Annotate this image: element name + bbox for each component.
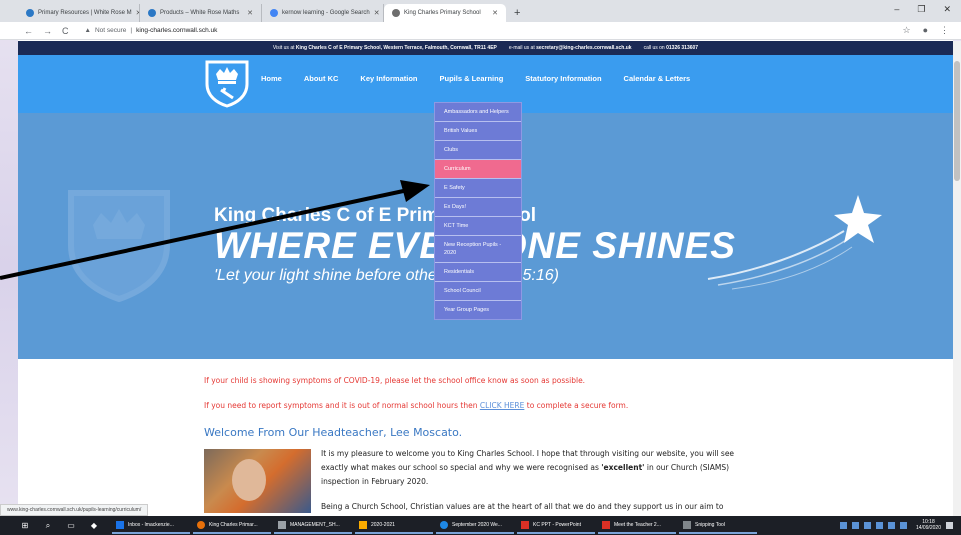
- profile-icon[interactable]: ●: [923, 25, 928, 36]
- back-button[interactable]: ←: [24, 26, 33, 36]
- minimize-button[interactable]: –: [894, 4, 899, 15]
- dropdown-item-new-reception[interactable]: New Reception Pupils - 2020: [435, 236, 521, 263]
- page-scrollbar[interactable]: [953, 41, 961, 516]
- omnibox[interactable]: ▲ Not secure | king-charles.cornwall.sch…: [85, 27, 218, 34]
- school-crest-logo[interactable]: [203, 58, 251, 108]
- headteacher-photo: [204, 449, 311, 513]
- reload-button[interactable]: C: [62, 26, 69, 36]
- dropdown-item-kct-time[interactable]: KCT Time: [435, 217, 521, 236]
- chrome-icon: [197, 520, 205, 529]
- welcome-heading: Welcome From Our Headteacher, Lee Moscat…: [204, 426, 463, 439]
- tray-icon[interactable]: [851, 521, 859, 529]
- close-icon[interactable]: ✕: [492, 9, 498, 17]
- star-icon[interactable]: ☆: [902, 25, 910, 36]
- taskbar-app-3[interactable]: 2020-2021: [355, 517, 433, 534]
- snipping-tool-icon: [683, 520, 691, 529]
- email-link[interactable]: e-mail us at secretary@king-charles.corn…: [509, 45, 632, 51]
- globe-favicon-icon: [392, 9, 400, 17]
- pupils-learning-dropdown: Ambassadors and Helpers British Values C…: [434, 102, 522, 320]
- menu-dots-icon[interactable]: ⋮: [940, 25, 949, 36]
- dropdown-item-british-values[interactable]: British Values: [435, 122, 521, 141]
- close-icon[interactable]: ✕: [374, 9, 380, 17]
- new-tab-button[interactable]: +: [506, 4, 528, 22]
- security-label: Not secure: [94, 27, 127, 34]
- tray-icon[interactable]: [863, 521, 871, 529]
- browser-tab-2[interactable]: kernow learning - Google Search ✕: [262, 4, 384, 22]
- scrollbar-thumb[interactable]: [954, 61, 960, 181]
- menu-key-information[interactable]: Key Information: [360, 74, 417, 83]
- taskbar-app-0[interactable]: Inbox - lmackenzie...: [112, 517, 190, 534]
- internet-explorer-icon: [440, 520, 448, 529]
- taskbar-app-6[interactable]: Meet the Teacher 2...: [598, 517, 676, 534]
- menu-calendar-letters[interactable]: Calendar & Letters: [624, 74, 691, 83]
- dropdown-item-ex-days[interactable]: Ex Days!: [435, 198, 521, 217]
- powerpoint-icon: [602, 520, 610, 529]
- window-controls: – ❐ ✕: [894, 4, 951, 15]
- browser-tab-0[interactable]: Primary Resources | White Rose M ✕: [18, 4, 140, 22]
- taskbar-app-1[interactable]: King Charles Primar...: [193, 517, 271, 534]
- out-of-hours-notice: If you need to report symptoms and it is…: [204, 401, 629, 410]
- taskbar-app-7[interactable]: Snipping Tool: [679, 517, 757, 534]
- menu-about[interactable]: About KC: [304, 74, 339, 83]
- warning-icon: ▲: [84, 27, 91, 34]
- app-pinned-icon[interactable]: ◆: [89, 521, 99, 531]
- dropdown-item-residentials[interactable]: Residentials: [435, 263, 521, 282]
- address-bar: ← → C ▲ Not secure | king-charles.cornwa…: [0, 22, 961, 40]
- dropdown-item-school-council[interactable]: School Council: [435, 282, 521, 301]
- browser-tab-3[interactable]: King Charles Primary School ✕: [384, 4, 506, 22]
- tray-icon[interactable]: [899, 521, 907, 529]
- dropdown-item-ambassadors[interactable]: Ambassadors and Helpers: [435, 103, 521, 122]
- tray-icon[interactable]: [875, 521, 883, 529]
- network-icon: [278, 520, 286, 529]
- dropdown-item-e-safety[interactable]: E Safety: [435, 179, 521, 198]
- close-window-button[interactable]: ✕: [943, 4, 951, 15]
- tray-icon[interactable]: [887, 521, 895, 529]
- crest-watermark-icon: [68, 190, 170, 303]
- notifications-icon[interactable]: [946, 521, 953, 529]
- welcome-paragraph-2: Being a Church School, Christian values …: [321, 502, 724, 511]
- menu-pupils-learning[interactable]: Pupils & Learning: [440, 74, 504, 83]
- white-rose-favicon-icon: [26, 9, 34, 17]
- task-view-icon[interactable]: ▭: [66, 521, 76, 531]
- taskbar-clock[interactable]: 10:18 14/09/2020: [916, 519, 941, 531]
- taskbar-app-5[interactable]: KC PPT - PowerPoint: [517, 517, 595, 534]
- windows-start-icon[interactable]: ⊞: [20, 521, 30, 531]
- menu-statutory-information[interactable]: Statutory Information: [525, 74, 601, 83]
- covid-notice: If your child is showing symptoms of COV…: [204, 376, 586, 385]
- outlook-icon: [116, 520, 124, 529]
- search-icon[interactable]: ⌕: [43, 521, 53, 531]
- system-tray: 10:18 14/09/2020: [839, 519, 953, 531]
- taskbar-app-2[interactable]: MANAGEMENT_SH...: [274, 517, 352, 534]
- maximize-button[interactable]: ❐: [917, 4, 925, 15]
- menu-home[interactable]: Home: [261, 74, 282, 83]
- forward-button[interactable]: →: [43, 26, 52, 36]
- site-info-bar: Visit us at King Charles C of E Primary …: [18, 41, 953, 55]
- taskbar-app-4[interactable]: September 2020 We...: [436, 517, 514, 534]
- click-here-link[interactable]: CLICK HERE: [480, 401, 525, 410]
- shooting-star-icon: [707, 195, 882, 290]
- main-menu: Home About KC Key Information Pupils & L…: [261, 74, 690, 83]
- close-icon[interactable]: ✕: [247, 9, 253, 17]
- browser-tab-1[interactable]: Products – White Rose Maths ✕: [140, 4, 262, 22]
- tray-icon[interactable]: [839, 521, 847, 529]
- status-url-bubble: www.king-charles.cornwall.sch.uk/pupils-…: [0, 504, 149, 516]
- browser-tab-strip: Primary Resources | White Rose M ✕ Produ…: [0, 0, 961, 22]
- google-favicon-icon: [270, 9, 278, 17]
- powerpoint-icon: [521, 520, 529, 529]
- welcome-paragraph-1: It is my pleasure to welcome you to King…: [321, 449, 735, 486]
- dropdown-item-year-group-pages[interactable]: Year Group Pages: [435, 301, 521, 319]
- dropdown-item-clubs[interactable]: Clubs: [435, 141, 521, 160]
- address-bar-actions: ☆ ● ⋮: [902, 25, 949, 36]
- windows-taskbar: ⊞ ⌕ ▭ ◆ Inbox - lmackenzie... King Charl…: [0, 516, 961, 535]
- phone-link[interactable]: call us on 01326 313607: [644, 45, 699, 51]
- white-rose-favicon-icon: [148, 9, 156, 17]
- side-decoration-left: [0, 0, 18, 535]
- url-text: king-charles.cornwall.sch.uk: [136, 27, 218, 34]
- dropdown-item-curriculum[interactable]: Curriculum: [435, 160, 521, 179]
- folder-icon: [359, 520, 367, 529]
